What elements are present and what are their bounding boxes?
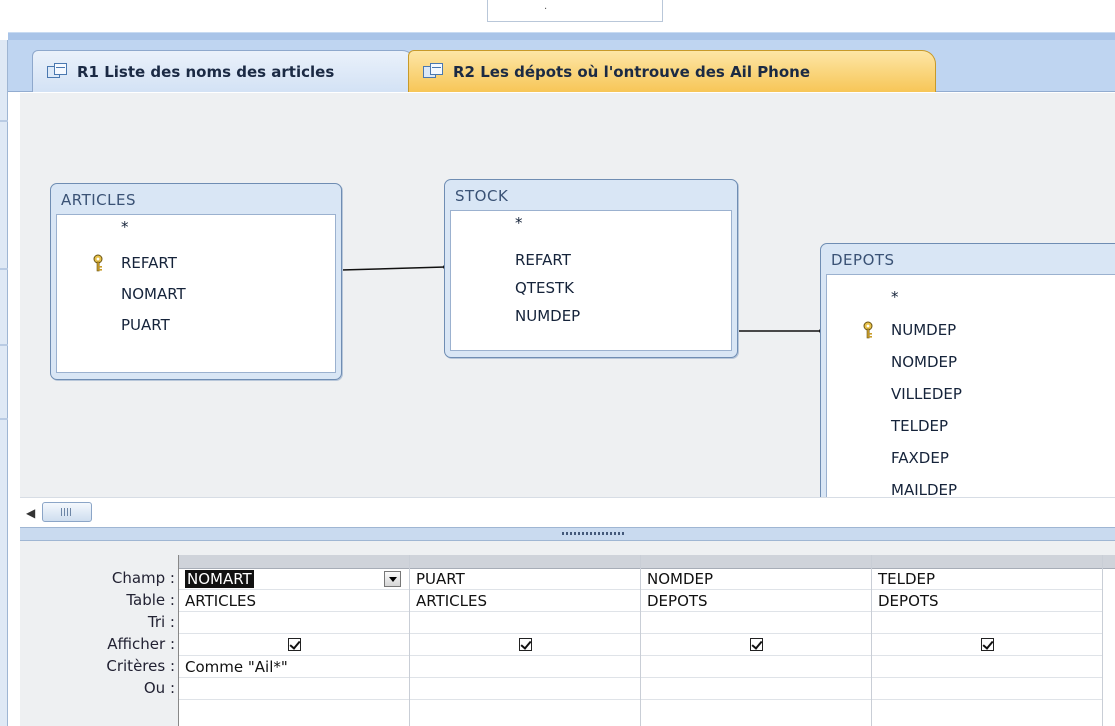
selected-field-text[interactable]: NOMART bbox=[185, 570, 254, 588]
field-qtestk[interactable]: QTESTK bbox=[515, 279, 574, 297]
field-faxdep[interactable]: FAXDEP bbox=[891, 449, 949, 467]
grid-column-5[interactable] bbox=[1103, 555, 1115, 726]
field-nomart[interactable]: NOMART bbox=[121, 285, 186, 303]
row-label-tri: Tri : bbox=[147, 613, 175, 631]
horizontal-scrollbar[interactable] bbox=[20, 497, 1115, 527]
checkbox-checked-icon[interactable] bbox=[981, 638, 994, 651]
cell-afficher[interactable] bbox=[872, 634, 1102, 656]
query-icon bbox=[47, 62, 67, 81]
cell-table[interactable]: DEPOTS bbox=[641, 590, 871, 612]
field-star[interactable]: * bbox=[891, 288, 899, 306]
table-title: STOCK bbox=[455, 187, 509, 205]
row-label-criteres: Critères : bbox=[106, 657, 175, 675]
table-title: ARTICLES bbox=[61, 191, 137, 209]
cell-ou[interactable] bbox=[641, 678, 871, 700]
query-design-area[interactable]: ARTICLES * REFART NOMART PUART STOCK * R… bbox=[20, 93, 1115, 497]
cell-ou[interactable] bbox=[179, 678, 409, 700]
field-nomdep[interactable]: NOMDEP bbox=[891, 353, 957, 371]
column-selector[interactable] bbox=[410, 555, 640, 569]
row-label-champ: Champ : bbox=[111, 569, 175, 587]
cell-table[interactable]: ARTICLES bbox=[179, 590, 409, 612]
table-depots[interactable]: DEPOTS * NUMDEP NOMDEP VILLEDEP TELDEP F… bbox=[820, 243, 1115, 497]
cell-champ[interactable]: NOMDEP bbox=[641, 568, 871, 590]
field-list[interactable]: * REFART NOMART PUART bbox=[56, 214, 336, 373]
grid-column-2[interactable]: PUART ARTICLES bbox=[410, 555, 641, 726]
cell-criteres[interactable]: Comme "Ail*" bbox=[179, 656, 409, 678]
cell-criteres[interactable] bbox=[410, 656, 640, 678]
tab-label: R2 Les dépots où l'ontrouve des Ail Phon… bbox=[453, 62, 811, 81]
cell-ou[interactable] bbox=[872, 678, 1102, 700]
document-tab-strip: R1 Liste des noms des articles R2 Les dé… bbox=[8, 40, 1115, 92]
cell-champ[interactable]: PUART bbox=[410, 568, 640, 590]
cell-tri[interactable] bbox=[872, 612, 1102, 634]
join-line-articles-stock bbox=[340, 266, 446, 271]
table-title: DEPOTS bbox=[831, 251, 895, 269]
checkbox-checked-icon[interactable] bbox=[750, 638, 763, 651]
row-label-ou: Ou : bbox=[143, 679, 175, 697]
row-label-afficher: Afficher : bbox=[107, 635, 175, 653]
query-icon bbox=[423, 62, 443, 81]
grid-column-1[interactable]: NOMART ARTICLES Comme "Ail*" bbox=[179, 555, 410, 726]
nav-pane-divider bbox=[0, 344, 8, 346]
ribbon-field[interactable]: . bbox=[487, 0, 663, 22]
field-list[interactable]: * NUMDEP NOMDEP VILLEDEP TELDEP FAXDEP M… bbox=[826, 274, 1115, 497]
cell-table[interactable]: DEPOTS bbox=[872, 590, 1102, 612]
field-star[interactable]: * bbox=[121, 218, 129, 236]
cell-table[interactable]: ARTICLES bbox=[410, 590, 640, 612]
grid-column-3[interactable]: NOMDEP DEPOTS bbox=[641, 555, 872, 726]
field-list[interactable]: * REFART QTESTK NUMDEP bbox=[450, 210, 732, 351]
query-design-grid[interactable]: NOMART ARTICLES Comme "Ail*" PUART ARTIC… bbox=[178, 555, 1115, 726]
checkbox-checked-icon[interactable] bbox=[288, 638, 301, 651]
cell-afficher[interactable] bbox=[410, 634, 640, 656]
scrollbar-thumb[interactable] bbox=[42, 502, 92, 522]
nav-pane-divider bbox=[0, 120, 8, 122]
field-refart[interactable]: REFART bbox=[121, 254, 177, 272]
cell-champ[interactable]: NOMART bbox=[179, 568, 409, 590]
ribbon-field-text: . bbox=[544, 1, 548, 12]
field-teldep[interactable]: TELDEP bbox=[891, 417, 948, 435]
dropdown-arrow-icon[interactable] bbox=[384, 571, 401, 587]
ribbon-bottom-border bbox=[8, 32, 1115, 40]
cell-afficher[interactable] bbox=[641, 634, 871, 656]
field-villedep[interactable]: VILLEDEP bbox=[891, 385, 962, 403]
column-selector[interactable] bbox=[1103, 555, 1115, 569]
cell-afficher[interactable] bbox=[179, 634, 409, 656]
cell-criteres[interactable] bbox=[641, 656, 871, 678]
navigation-pane-edge[interactable] bbox=[0, 40, 8, 726]
cell-criteres[interactable] bbox=[872, 656, 1102, 678]
field-numdep[interactable]: NUMDEP bbox=[891, 321, 956, 339]
cell-tri[interactable] bbox=[410, 612, 640, 634]
field-puart[interactable]: PUART bbox=[121, 316, 170, 334]
table-stock[interactable]: STOCK * REFART QTESTK NUMDEP bbox=[444, 179, 738, 358]
field-numdep[interactable]: NUMDEP bbox=[515, 307, 580, 325]
scroll-left-arrow-icon[interactable]: ◀ bbox=[26, 505, 40, 521]
cell-champ[interactable]: TELDEP bbox=[872, 568, 1102, 590]
tab-r1-liste-des-noms[interactable]: R1 Liste des noms des articles bbox=[32, 50, 416, 92]
field-maildep[interactable]: MAILDEP bbox=[891, 481, 957, 497]
table-articles[interactable]: ARTICLES * REFART NOMART PUART bbox=[50, 183, 342, 380]
cell-tri[interactable] bbox=[179, 612, 409, 634]
field-refart[interactable]: REFART bbox=[515, 251, 571, 269]
tab-r2-les-depots[interactable]: R2 Les dépots où l'ontrouve des Ail Phon… bbox=[408, 50, 936, 92]
nav-pane-divider bbox=[0, 268, 8, 270]
checkbox-checked-icon[interactable] bbox=[519, 638, 532, 651]
key-icon bbox=[863, 321, 873, 339]
tab-label: R1 Liste des noms des articles bbox=[77, 62, 335, 81]
key-icon bbox=[93, 254, 103, 272]
column-selector[interactable] bbox=[872, 555, 1102, 569]
splitter-grip[interactable] bbox=[562, 532, 626, 535]
nav-pane-divider bbox=[0, 418, 8, 420]
grid-column-4[interactable]: TELDEP DEPOTS bbox=[872, 555, 1103, 726]
field-star[interactable]: * bbox=[515, 214, 523, 232]
column-selector[interactable] bbox=[641, 555, 871, 569]
cell-tri[interactable] bbox=[641, 612, 871, 634]
row-label-table: Table : bbox=[126, 591, 175, 609]
column-selector[interactable] bbox=[179, 555, 409, 569]
cell-ou[interactable] bbox=[410, 678, 640, 700]
